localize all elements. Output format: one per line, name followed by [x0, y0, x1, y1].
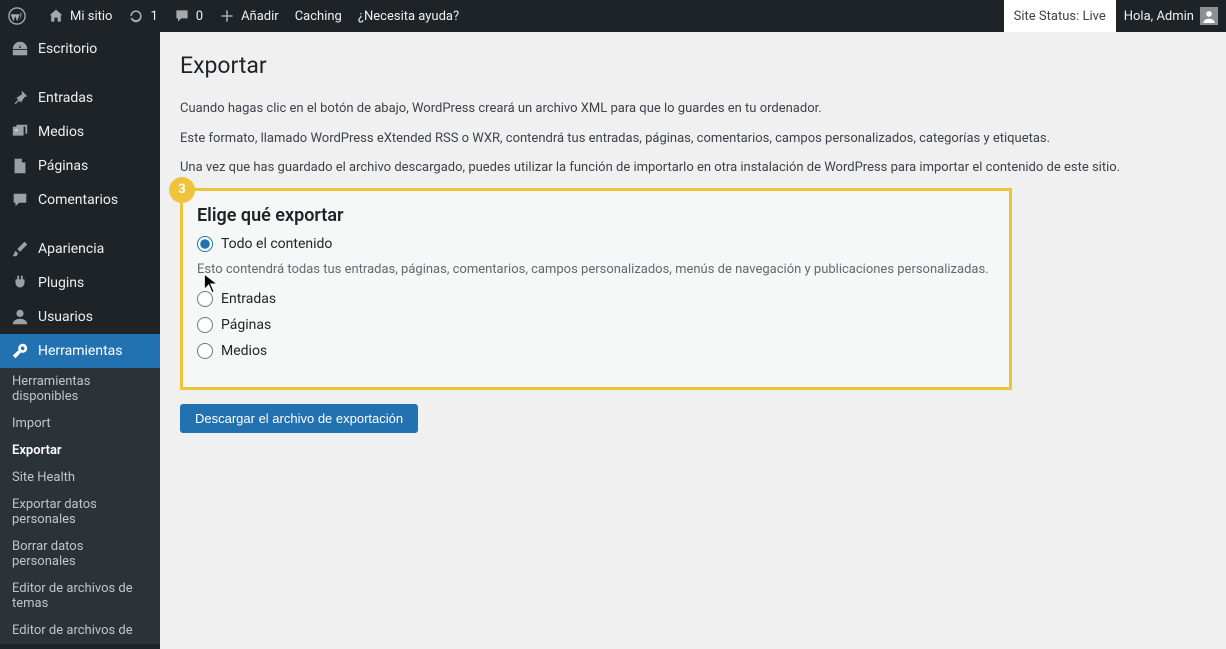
submenu-plugin-editor[interactable]: Editor de archivos de [0, 617, 160, 644]
sidebar-item-media[interactable]: Medios [0, 115, 160, 149]
comments-count: 0 [196, 9, 203, 24]
sidebar-item-tools[interactable]: Herramientas [0, 334, 160, 368]
radio-media[interactable] [197, 343, 213, 359]
admin-bar: Mi sitio 1 0 Añadir Caching ¿Necesita ay… [0, 0, 1226, 32]
sidebar-item-users[interactable]: Usuarios [0, 300, 160, 334]
radio-posts[interactable] [197, 291, 213, 307]
submenu-site-health[interactable]: Site Health [0, 464, 160, 491]
site-name-link[interactable]: Mi sitio [40, 0, 120, 32]
home-icon [48, 8, 64, 24]
wrench-icon [10, 342, 30, 360]
radio-all[interactable] [197, 236, 213, 252]
brush-icon [10, 240, 30, 258]
submenu-export-personal[interactable]: Exportar datos personales [0, 491, 160, 533]
sidebar-item-pages[interactable]: Páginas [0, 149, 160, 183]
submenu-export[interactable]: Exportar [0, 437, 160, 464]
site-name: Mi sitio [70, 9, 112, 24]
option-pages[interactable]: Páginas [197, 317, 995, 333]
export-options-box: 3 Elige qué exportar Todo el contenido E… [180, 188, 1012, 390]
comments-link[interactable]: 0 [166, 0, 211, 32]
option-all-content[interactable]: Todo el contenido [197, 236, 995, 252]
page-icon [10, 157, 30, 175]
users-icon [10, 308, 30, 326]
sidebar-item-comments[interactable]: Comentarios [0, 183, 160, 217]
sidebar-item-appearance[interactable]: Apariencia [0, 232, 160, 266]
comment-icon [174, 8, 190, 24]
submenu-theme-editor[interactable]: Editor de archivos de temas [0, 575, 160, 617]
option-posts[interactable]: Entradas [197, 291, 995, 307]
update-icon [128, 8, 144, 24]
sidebar-item-posts[interactable]: Entradas [0, 81, 160, 115]
download-export-button[interactable]: Descargar el archivo de exportación [180, 404, 418, 433]
wp-logo[interactable] [0, 0, 40, 32]
plugin-icon [10, 274, 30, 292]
submenu-import[interactable]: Import [0, 410, 160, 437]
page-title: Exportar [180, 32, 1206, 89]
user-account[interactable]: Hola, Admin [1116, 0, 1226, 32]
add-new-label: Añadir [241, 9, 279, 24]
wordpress-icon [8, 7, 26, 25]
caching-link[interactable]: Caching [287, 0, 350, 32]
option-all-hint: Esto contendrá todas tus entradas, págin… [197, 262, 995, 277]
description-2: Este formato, llamado WordPress eXtended… [180, 129, 1206, 149]
section-title: Elige qué exportar [197, 205, 995, 226]
media-icon [10, 123, 30, 141]
tools-submenu: Herramientas disponibles Import Exportar… [0, 368, 160, 644]
updates-count: 1 [150, 9, 157, 24]
submenu-available-tools[interactable]: Herramientas disponibles [0, 368, 160, 410]
pin-icon [10, 89, 30, 107]
admin-sidebar: Escritorio Entradas Medios Páginas Comen… [0, 32, 160, 649]
site-status[interactable]: Site Status: Live [1004, 0, 1116, 32]
radio-pages[interactable] [197, 317, 213, 333]
updates-link[interactable]: 1 [120, 0, 165, 32]
sidebar-item-dashboard[interactable]: Escritorio [0, 32, 160, 66]
comments-icon [10, 191, 30, 209]
step-badge: 3 [169, 177, 195, 203]
main-content: Exportar Cuando hagas clic en el botón d… [160, 32, 1226, 649]
add-new-link[interactable]: Añadir [211, 0, 287, 32]
user-greeting: Hola, Admin [1124, 9, 1194, 24]
sidebar-item-plugins[interactable]: Plugins [0, 266, 160, 300]
help-link[interactable]: ¿Necesita ayuda? [350, 0, 467, 32]
plus-icon [219, 8, 235, 24]
description-1: Cuando hagas clic en el botón de abajo, … [180, 99, 1206, 119]
avatar-icon [1200, 7, 1218, 25]
description-3: Una vez que has guardado el archivo desc… [180, 158, 1206, 178]
submenu-erase-personal[interactable]: Borrar datos personales [0, 533, 160, 575]
dashboard-icon [10, 40, 30, 58]
option-media[interactable]: Medios [197, 343, 995, 359]
